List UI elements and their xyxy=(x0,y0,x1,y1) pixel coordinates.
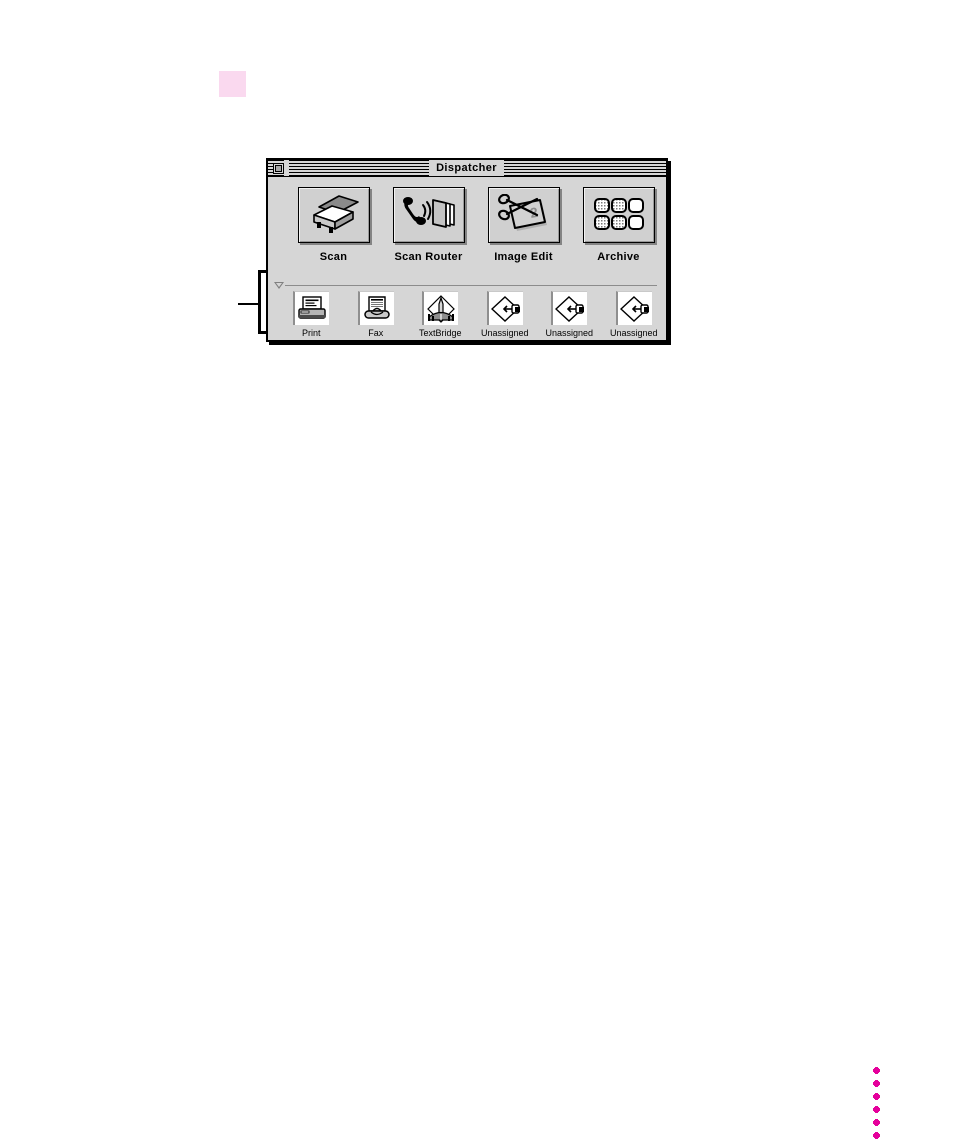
unassigned-label-1: Unassigned xyxy=(480,328,529,338)
scissors-photo-icon: 2 xyxy=(497,194,547,231)
secondary-button-unassigned-2[interactable]: Unassigned xyxy=(537,291,602,349)
secondary-button-unassigned-1[interactable]: Unassigned xyxy=(473,291,538,349)
secondary-button-unassigned-3[interactable]: Unassigned xyxy=(602,291,667,349)
scan-router-label: Scan Router xyxy=(394,251,463,263)
printer-icon xyxy=(298,295,326,319)
print-tile[interactable] xyxy=(293,291,330,325)
print-label: Print xyxy=(301,328,321,338)
unassigned-diamond-icon xyxy=(490,295,520,322)
image-edit-label: Image Edit xyxy=(494,251,553,263)
margin-dot xyxy=(873,1106,880,1113)
textbridge-tile[interactable] xyxy=(422,291,459,325)
primary-button-image-edit[interactable]: 2 Image Edit xyxy=(476,187,571,267)
title-bar-left-gap xyxy=(284,160,289,176)
textbridge-icon xyxy=(427,294,456,323)
dispatcher-window: Dispatcher Scan Scan Router 2 Image Edit… xyxy=(266,158,668,342)
scan-tile[interactable] xyxy=(297,187,370,243)
window-title: Dispatcher xyxy=(429,160,504,176)
textbridge-label: TextBridge xyxy=(418,328,462,338)
bracket-vertical xyxy=(258,270,261,334)
margin-dot xyxy=(873,1119,880,1126)
scanner-icon xyxy=(312,195,359,233)
secondary-button-row: Print Fax TextBridge Unassigned Unassign… xyxy=(268,291,666,349)
divider-row xyxy=(268,281,666,291)
window-title-bar[interactable]: Dispatcher xyxy=(268,160,666,177)
unassigned-tile-3[interactable] xyxy=(615,291,652,325)
margin-dot xyxy=(873,1080,880,1087)
secondary-button-textbridge[interactable]: TextBridge xyxy=(408,291,473,349)
unassigned-diamond-icon xyxy=(555,295,585,322)
margin-dot xyxy=(873,1093,880,1100)
unassigned-label-3: Unassigned xyxy=(609,328,658,338)
primary-button-scan-router[interactable]: Scan Router xyxy=(381,187,476,267)
unassigned-tile-2[interactable] xyxy=(551,291,588,325)
unassigned-label-2: Unassigned xyxy=(545,328,594,338)
primary-button-scan[interactable]: Scan xyxy=(286,187,381,267)
unassigned-tile-1[interactable] xyxy=(486,291,523,325)
scan-router-tile[interactable] xyxy=(392,187,465,243)
image-edit-tile[interactable]: 2 xyxy=(487,187,560,243)
archive-tile[interactable] xyxy=(582,187,655,243)
secondary-button-fax[interactable]: Fax xyxy=(344,291,409,349)
fax-icon xyxy=(364,295,390,319)
magenta-dot-column xyxy=(870,1064,886,1144)
primary-button-row: Scan Scan Router 2 Image Edit Archive xyxy=(268,177,666,267)
bracket-leader-line xyxy=(238,303,260,305)
scan-label: Scan xyxy=(319,251,348,263)
grid-tiles-icon xyxy=(593,198,644,230)
disclosure-triangle-icon[interactable] xyxy=(274,282,284,289)
section-divider xyxy=(285,285,657,286)
primary-button-archive[interactable]: Archive xyxy=(571,187,666,267)
unassigned-diamond-icon xyxy=(619,295,649,322)
margin-dot xyxy=(873,1067,880,1074)
phone-pages-icon xyxy=(402,197,455,228)
pink-highlight-square xyxy=(219,71,246,97)
title-bar-right-gap xyxy=(644,160,666,176)
fax-label: Fax xyxy=(368,328,384,338)
margin-dot xyxy=(873,1132,880,1139)
window-body: Scan Scan Router 2 Image Edit Archive Pr… xyxy=(268,177,666,340)
fax-tile[interactable] xyxy=(357,291,394,325)
archive-label: Archive xyxy=(597,251,640,263)
secondary-button-print[interactable]: Print xyxy=(279,291,344,349)
close-box-icon[interactable] xyxy=(273,162,284,174)
